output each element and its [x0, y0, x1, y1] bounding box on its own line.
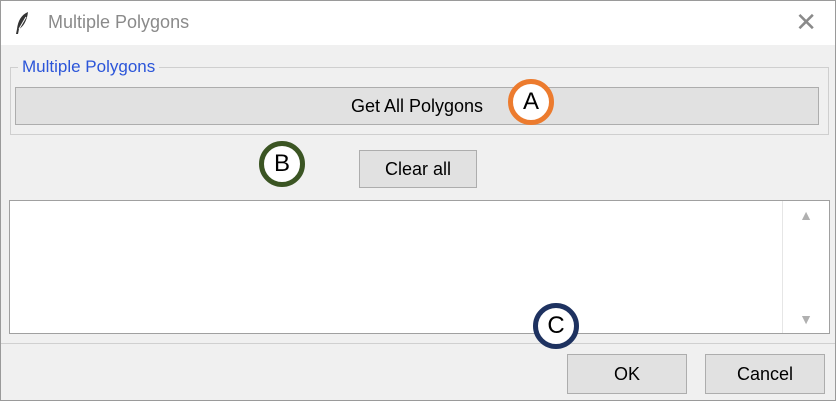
window-title: Multiple Polygons: [48, 12, 190, 32]
scroll-down-arrow-icon[interactable]: ▼: [783, 311, 829, 327]
vertical-scrollbar[interactable]: ▲ ▼: [782, 201, 829, 333]
callout-b: B: [259, 141, 305, 187]
groupbox-label: Multiple Polygons: [18, 57, 160, 77]
close-icon[interactable]: ✕: [795, 8, 817, 36]
clear-all-button[interactable]: Clear all: [359, 150, 477, 188]
footer-divider: [1, 343, 835, 344]
ok-button[interactable]: OK: [567, 354, 687, 394]
callout-a: A: [508, 79, 554, 125]
polygon-output-box: ▲ ▼: [9, 200, 830, 334]
scroll-up-arrow-icon[interactable]: ▲: [783, 207, 829, 223]
cancel-button[interactable]: Cancel: [705, 354, 825, 394]
title-bar: Multiple Polygons ✕: [1, 1, 835, 45]
feather-icon: [13, 11, 33, 35]
dialog-window: Multiple Polygons ✕ Multiple Polygons Ge…: [0, 0, 836, 401]
get-all-polygons-button[interactable]: Get All Polygons: [15, 87, 819, 125]
polygon-textarea[interactable]: [10, 201, 782, 333]
callout-c: C: [533, 303, 579, 349]
